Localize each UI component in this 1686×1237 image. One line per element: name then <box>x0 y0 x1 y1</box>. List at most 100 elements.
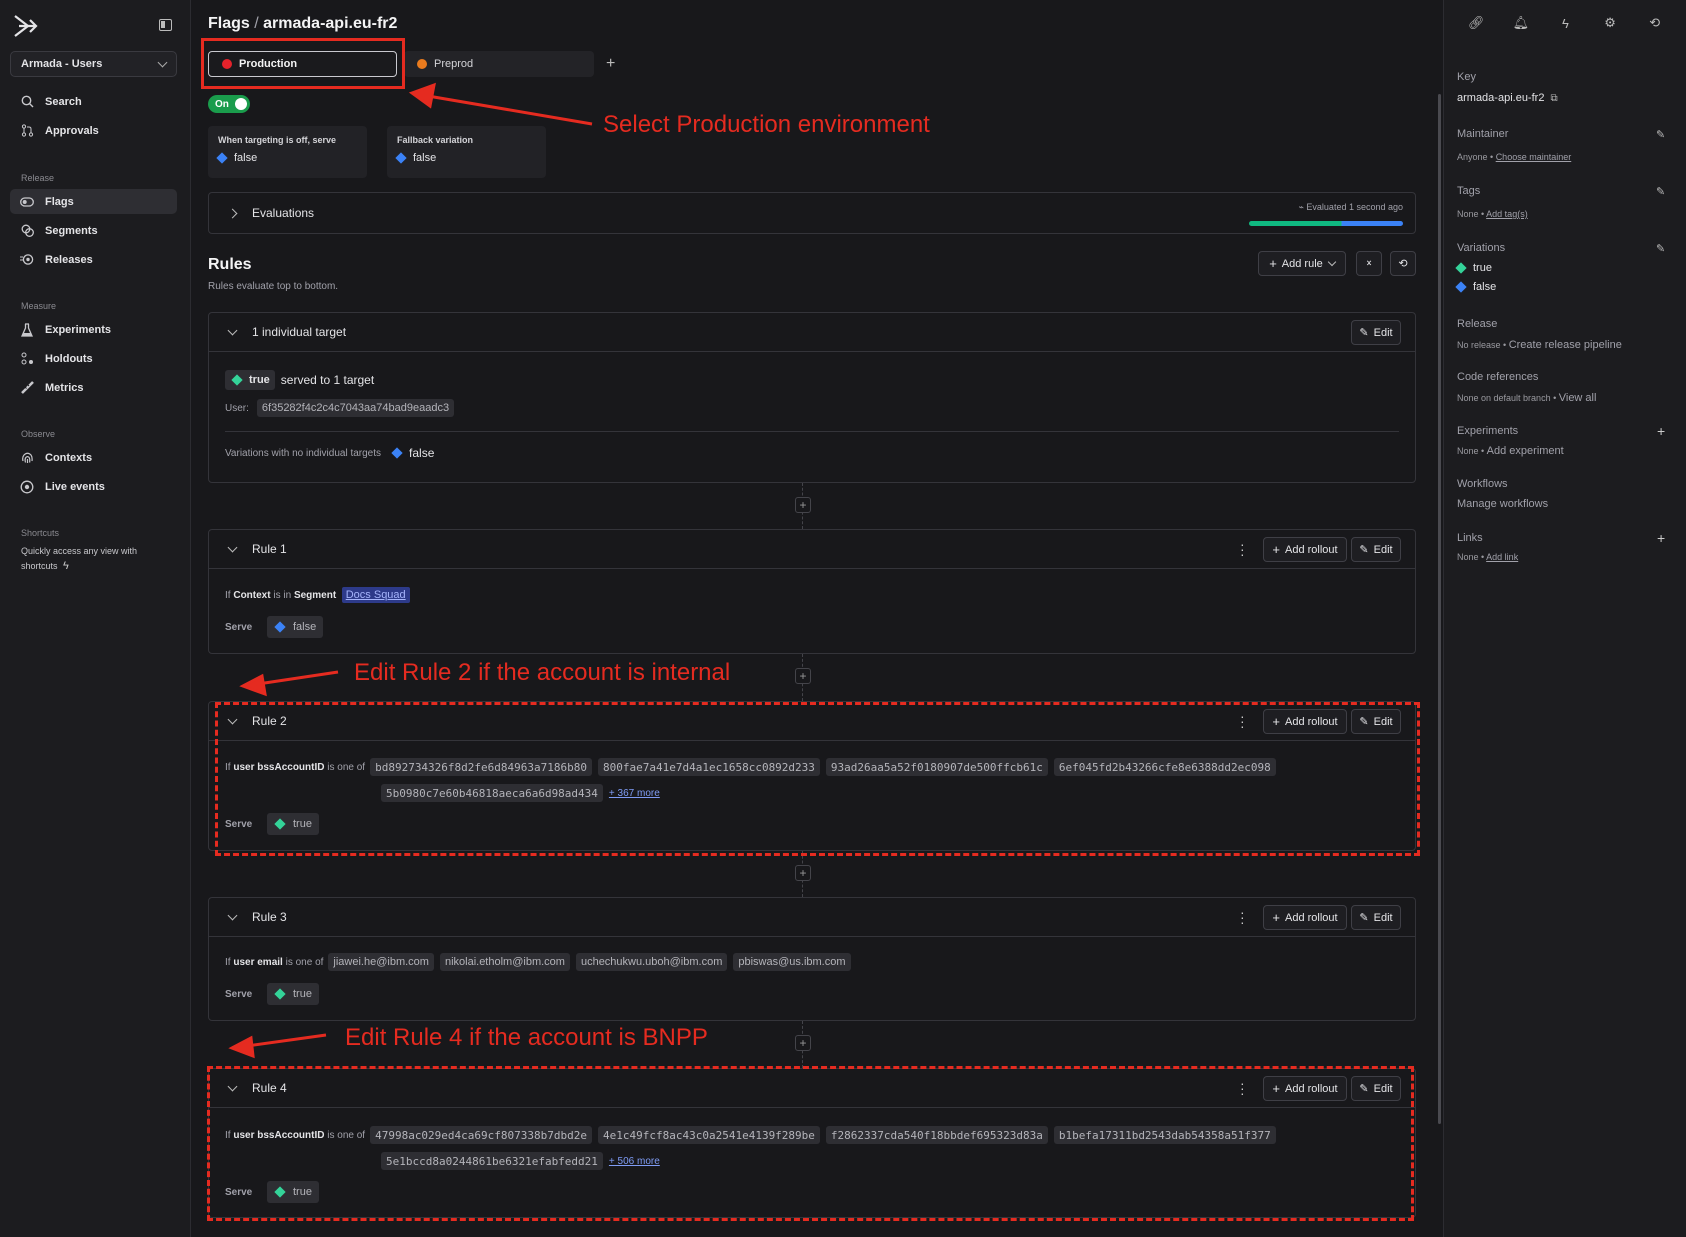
choose-maintainer-link[interactable]: Choose maintainer <box>1496 152 1572 162</box>
gear-icon[interactable]: ⚙ <box>1601 14 1619 32</box>
add-environment-button[interactable]: + <box>606 55 615 73</box>
serve-variation-chip[interactable]: true <box>267 983 319 1005</box>
serve-variation-chip[interactable]: false <box>267 616 324 638</box>
ruler-icon <box>20 381 34 395</box>
chevron-down-icon <box>227 714 238 724</box>
flag-toggle-icon <box>20 195 34 209</box>
section-observe-title: Observe <box>21 429 56 439</box>
evaluations-bar <box>1249 221 1403 226</box>
create-release-pipeline-link[interactable]: Create release pipeline <box>1509 339 1622 351</box>
clause-value-chip: 800fae7a41e7d4a1ec1658cc0892d233 <box>598 758 820 776</box>
add-link-plus-icon[interactable]: + <box>1657 530 1665 546</box>
sidebar-item-segments[interactable]: Segments <box>10 218 177 243</box>
card-header[interactable]: Rule 4 · · · + Add rollout ✎ Edit <box>209 1069 1415 1108</box>
manage-workflows-link[interactable]: Manage workflows <box>1457 498 1548 510</box>
bell-icon[interactable]: 🔔︎ <box>1512 14 1530 32</box>
show-more-link[interactable]: + 367 more <box>609 788 660 799</box>
sidebar-item-approvals[interactable]: Approvals <box>10 118 177 143</box>
history-icon[interactable]: ⟲ <box>1646 14 1664 32</box>
diamond-icon <box>1455 281 1467 293</box>
sidebar-item-search[interactable]: Search <box>10 89 177 114</box>
sidebar-item-flags[interactable]: Flags <box>10 189 177 214</box>
edit-tags-icon[interactable]: ✎ <box>1656 185 1665 198</box>
serve-variation-chip[interactable]: true <box>267 813 319 835</box>
copy-icon[interactable]: ⧉ <box>1550 93 1557 104</box>
evaluations-panel[interactable]: Evaluations ⌁ Evaluated 1 second ago <box>208 192 1416 234</box>
targeting-toggle[interactable]: On <box>208 95 250 113</box>
card-header[interactable]: Rule 3 · · · + Add rollout ✎ Edit <box>209 898 1415 937</box>
flask-icon <box>20 322 34 337</box>
releases-icon <box>20 253 34 267</box>
user-label: User: <box>225 402 249 414</box>
insert-rule-button[interactable]: + <box>795 865 811 881</box>
edit-button[interactable]: ✎ Edit <box>1351 320 1401 345</box>
launchdarkly-logo-icon[interactable] <box>12 14 38 38</box>
sidebar-item-contexts[interactable]: Contexts <box>10 445 177 470</box>
history-button[interactable]: ⟲ <box>1390 251 1416 276</box>
edit-button[interactable]: ✎ Edit <box>1351 709 1401 734</box>
add-rollout-button[interactable]: + Add rollout <box>1263 537 1347 562</box>
diamond-icon <box>274 988 286 1000</box>
add-rule-button[interactable]: + Add rule <box>1258 251 1346 276</box>
collapse-sidebar-icon[interactable] <box>159 19 172 31</box>
card-header[interactable]: Rule 2 · · · + Add rollout ✎ Edit <box>209 702 1415 741</box>
serve-variation-chip[interactable]: true <box>267 1181 319 1203</box>
clause-value-chip: 6ef045fd2b43266cfe8e6388dd2ec098 <box>1053 758 1276 776</box>
add-link-link[interactable]: Add link <box>1486 552 1518 562</box>
link-icon[interactable]: 🔗︎ <box>1467 14 1485 32</box>
user-target-chip: 6f35282f4c2c4c7043aa74bad9eaadc3 <box>256 399 455 417</box>
clause-value-chip: 5e1bccd8a0244861be6321efabfedd21 <box>381 1152 603 1170</box>
pencil-icon: ✎ <box>1359 327 1369 339</box>
more-options-icon[interactable]: · · · <box>1240 1076 1245 1100</box>
add-experiment-plus-icon[interactable]: + <box>1657 423 1665 439</box>
sidebar-item-holdouts[interactable]: Holdouts <box>10 346 177 371</box>
lightning-icon[interactable]: ϟ <box>1556 14 1574 32</box>
env-tab-preprod[interactable]: Preprod <box>404 51 594 77</box>
add-experiment-link[interactable]: Add experiment <box>1487 445 1564 457</box>
edit-button[interactable]: ✎ Edit <box>1351 905 1401 930</box>
sidebar-item-releases[interactable]: Releases <box>10 247 177 272</box>
add-rollout-button[interactable]: + Add rollout <box>1263 905 1347 930</box>
fallback-variation-box[interactable]: Fallback variation false <box>387 126 546 178</box>
edit-button[interactable]: ✎ Edit <box>1351 1076 1401 1101</box>
breadcrumb-flags[interactable]: Flags <box>208 15 250 32</box>
variation-true: true <box>1455 262 1492 274</box>
sidebar-item-live-events[interactable]: Live events <box>10 474 177 499</box>
off-variation-box[interactable]: When targeting is off, serve false <box>208 126 367 178</box>
live-events-icon <box>20 480 34 494</box>
insert-rule-button[interactable]: + <box>795 1035 811 1051</box>
insert-rule-button[interactable]: + <box>795 497 811 513</box>
main-scrollbar[interactable] <box>1438 94 1441 1124</box>
breadcrumb-separator: / <box>254 15 259 32</box>
sidebar-item-metrics[interactable]: Metrics <box>10 375 177 400</box>
show-more-link[interactable]: + 506 more <box>609 1156 660 1167</box>
more-options-icon[interactable]: · · · <box>1240 905 1245 929</box>
workflows-label: Workflows <box>1457 478 1508 490</box>
card-header[interactable]: 1 individual target ✎ Edit <box>209 313 1415 352</box>
insert-rule-button[interactable]: + <box>795 668 811 684</box>
add-tags-link[interactable]: Add tag(s) <box>1486 209 1528 219</box>
add-rollout-button[interactable]: + Add rollout <box>1263 1076 1347 1101</box>
sidebar-item-experiments[interactable]: Experiments <box>10 317 177 342</box>
segment-link[interactable]: Docs Squad <box>341 587 410 603</box>
project-selector[interactable]: Armada - Users <box>10 51 177 77</box>
view-all-link[interactable]: View all <box>1559 392 1597 404</box>
edit-maintainer-icon[interactable]: ✎ <box>1656 128 1665 141</box>
approvals-icon <box>20 124 34 138</box>
add-rollout-button[interactable]: + Add rollout <box>1263 709 1347 734</box>
edit-variations-icon[interactable]: ✎ <box>1656 242 1665 255</box>
sidebar-item-label: Metrics <box>45 381 84 394</box>
env-tab-production[interactable]: Production <box>208 51 397 77</box>
rule-serve: Serve true <box>225 1181 319 1203</box>
env-color-dot <box>222 59 232 69</box>
more-options-icon[interactable]: · · · <box>1240 537 1245 561</box>
env-tab-label: Preprod <box>434 58 474 70</box>
more-options-icon[interactable]: · · · <box>1240 709 1245 733</box>
card-header[interactable]: Rule 1 · · · + Add rollout ✎ Edit <box>209 530 1415 569</box>
diamond-icon <box>216 152 228 164</box>
clause-value-chip: 47998ac029ed4ca69cf807338b7dbd2e <box>370 1126 592 1144</box>
collapse-all-button[interactable]: ⌄ ⌃ <box>1356 251 1382 276</box>
plus-icon: + <box>1272 910 1280 925</box>
edit-button[interactable]: ✎ Edit <box>1351 537 1401 562</box>
rule-title: Rule 2 <box>252 714 287 728</box>
